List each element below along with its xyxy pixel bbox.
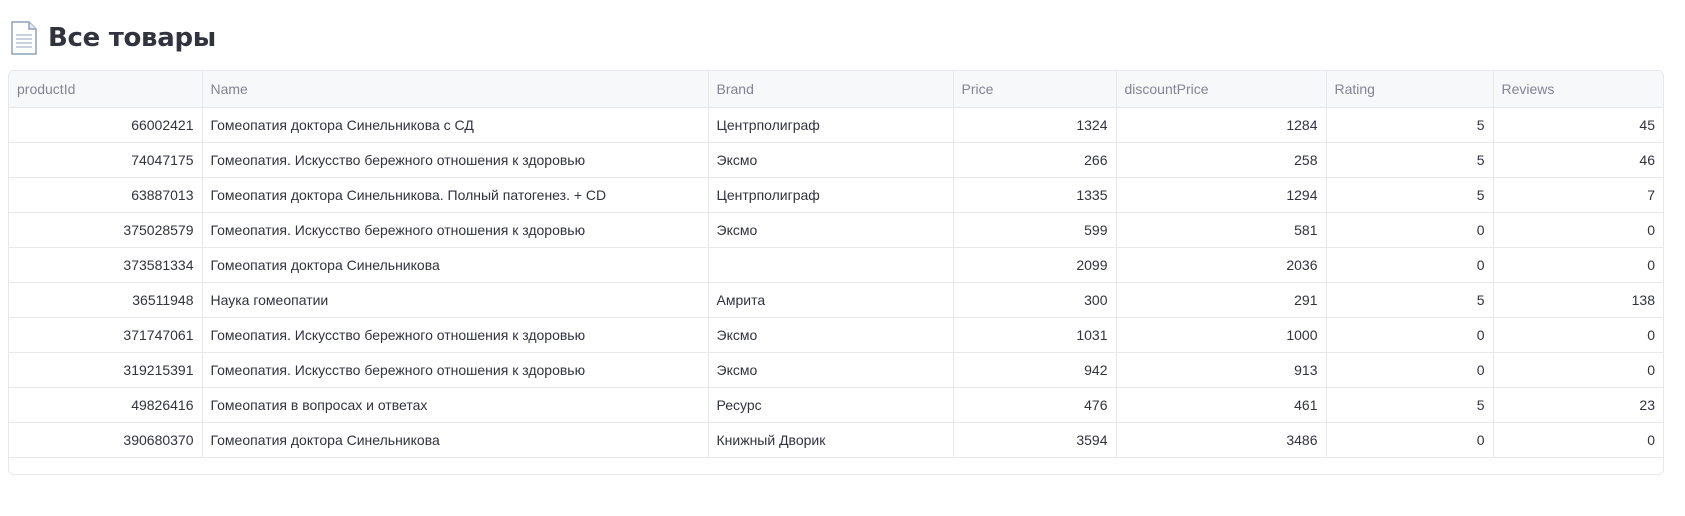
cell-productid[interactable]: 74047175 [9,142,203,178]
cell-brand[interactable]: Центрполиграф [708,177,954,213]
cell-reviews[interactable]: 23 [1493,387,1663,423]
column-header-rating[interactable]: Rating [1326,71,1494,108]
cell-brand[interactable] [708,247,954,283]
cell-brand[interactable]: Эксмо [708,317,954,353]
cell-discountprice[interactable]: 1294 [1116,177,1327,213]
cell-productid[interactable]: 371747061 [9,317,203,353]
table-row[interactable]: 49826416 Гомеопатия в вопросах и ответах Р… [9,387,1663,423]
cell-rating[interactable]: 5 [1326,387,1494,423]
column-header-brand[interactable]: Brand [708,71,954,108]
page-title: Все товары [48,23,216,53]
data-grid: productId Name Brand Price discountPrice Rati… [9,71,1663,458]
cell-reviews[interactable]: 0 [1493,352,1663,388]
cell-productid[interactable]: 36511948 [9,282,203,318]
cell-price[interactable]: 300 [953,282,1117,318]
page-header: Все товары [10,18,216,58]
cell-name[interactable]: Гомеопатия доктора Синельникова [202,247,709,283]
cell-price[interactable]: 599 [953,212,1117,248]
cell-name[interactable]: Гомеопатия доктора Синельникова [202,422,709,458]
cell-name[interactable]: Гомеопатия доктора Синельникова. Полный … [202,177,709,213]
cell-brand[interactable]: Центрполиграф [708,107,954,143]
cell-reviews[interactable]: 0 [1493,422,1663,458]
cell-discountprice[interactable]: 581 [1116,212,1327,248]
cell-name[interactable]: Гомеопатия доктора Синельникова с СД [202,107,709,143]
cell-rating[interactable]: 0 [1326,247,1494,283]
cell-productid[interactable]: 66002421 [9,107,203,143]
cell-productid[interactable]: 319215391 [9,352,203,388]
document-icon [10,21,38,55]
cell-name[interactable]: Гомеопатия. Искусство бережного отношени… [202,317,709,353]
cell-discountprice[interactable]: 913 [1116,352,1327,388]
cell-discountprice[interactable]: 3486 [1116,422,1327,458]
cell-name[interactable]: Наука гомеопатии [202,282,709,318]
cell-brand[interactable]: Эксмо [708,352,954,388]
table-row[interactable]: 74047175 Гомеопатия. Искусство бережного … [9,142,1663,178]
cell-brand[interactable]: Ресурс [708,387,954,423]
cell-discountprice[interactable]: 461 [1116,387,1327,423]
cell-discountprice[interactable]: 258 [1116,142,1327,178]
cell-brand[interactable]: Эксмо [708,142,954,178]
cell-name[interactable]: Гомеопатия в вопросах и ответах [202,387,709,423]
cell-price[interactable]: 3594 [953,422,1117,458]
cell-price[interactable]: 1324 [953,107,1117,143]
cell-discountprice[interactable]: 2036 [1116,247,1327,283]
cell-productid[interactable]: 390680370 [9,422,203,458]
cell-name[interactable]: Гомеопатия. Искусство бережного отношени… [202,142,709,178]
cell-reviews[interactable]: 138 [1493,282,1663,318]
table-row[interactable]: 375028579 Гомеопатия. Искусство бережного… [9,212,1663,248]
table-body: 66002421 Гомеопатия доктора Синельникова … [9,107,1663,458]
cell-price[interactable]: 476 [953,387,1117,423]
cell-discountprice[interactable]: 1284 [1116,107,1327,143]
cell-brand[interactable]: Амрита [708,282,954,318]
cell-reviews[interactable]: 45 [1493,107,1663,143]
cell-reviews[interactable]: 46 [1493,142,1663,178]
cell-discountprice[interactable]: 1000 [1116,317,1327,353]
table-row[interactable]: 390680370 Гомеопатия доктора Синельникова… [9,422,1663,458]
cell-brand[interactable]: Эксмо [708,212,954,248]
cell-productid[interactable]: 375028579 [9,212,203,248]
cell-rating[interactable]: 5 [1326,282,1494,318]
cell-reviews[interactable]: 0 [1493,317,1663,353]
column-header-name[interactable]: Name [202,71,709,108]
cell-productid[interactable]: 63887013 [9,177,203,213]
data-table[interactable]: productId Name Brand Price discountPrice Rati… [8,70,1664,475]
table-header-row: productId Name Brand Price discountPrice Rati… [9,71,1663,108]
table-row[interactable]: 319215391 Гомеопатия. Искусство бережного… [9,352,1663,388]
cell-productid[interactable]: 373581334 [9,247,203,283]
cell-price[interactable]: 942 [953,352,1117,388]
table-row[interactable]: 63887013 Гомеопатия доктора Синельникова.… [9,177,1663,213]
cell-reviews[interactable]: 7 [1493,177,1663,213]
cell-price[interactable]: 1335 [953,177,1117,213]
cell-name[interactable]: Гомеопатия. Искусство бережного отношени… [202,352,709,388]
cell-reviews[interactable]: 0 [1493,247,1663,283]
column-header-discountprice[interactable]: discountPrice [1116,71,1327,108]
table-row[interactable]: 371747061 Гомеопатия. Искусство бережного… [9,317,1663,353]
cell-discountprice[interactable]: 291 [1116,282,1327,318]
cell-price[interactable]: 266 [953,142,1117,178]
table-row[interactable]: 36511948 Наука гомеопатии Амрита 300 291 5 138 [9,282,1663,318]
column-header-productid[interactable]: productId [9,71,203,108]
cell-brand[interactable]: Книжный Дворик [708,422,954,458]
cell-rating[interactable]: 5 [1326,107,1494,143]
cell-rating[interactable]: 0 [1326,212,1494,248]
cell-productid[interactable]: 49826416 [9,387,203,423]
column-header-price[interactable]: Price [953,71,1117,108]
column-header-reviews[interactable]: Reviews [1493,71,1663,108]
cell-rating[interactable]: 0 [1326,352,1494,388]
cell-rating[interactable]: 5 [1326,142,1494,178]
cell-reviews[interactable]: 0 [1493,212,1663,248]
cell-rating[interactable]: 5 [1326,177,1494,213]
cell-rating[interactable]: 0 [1326,422,1494,458]
cell-name[interactable]: Гомеопатия. Искусство бережного отношени… [202,212,709,248]
cell-price[interactable]: 1031 [953,317,1117,353]
table-row[interactable]: 373581334 Гомеопатия доктора Синельникова… [9,247,1663,283]
cell-rating[interactable]: 0 [1326,317,1494,353]
cell-price[interactable]: 2099 [953,247,1117,283]
table-row[interactable]: 66002421 Гомеопатия доктора Синельникова … [9,107,1663,143]
